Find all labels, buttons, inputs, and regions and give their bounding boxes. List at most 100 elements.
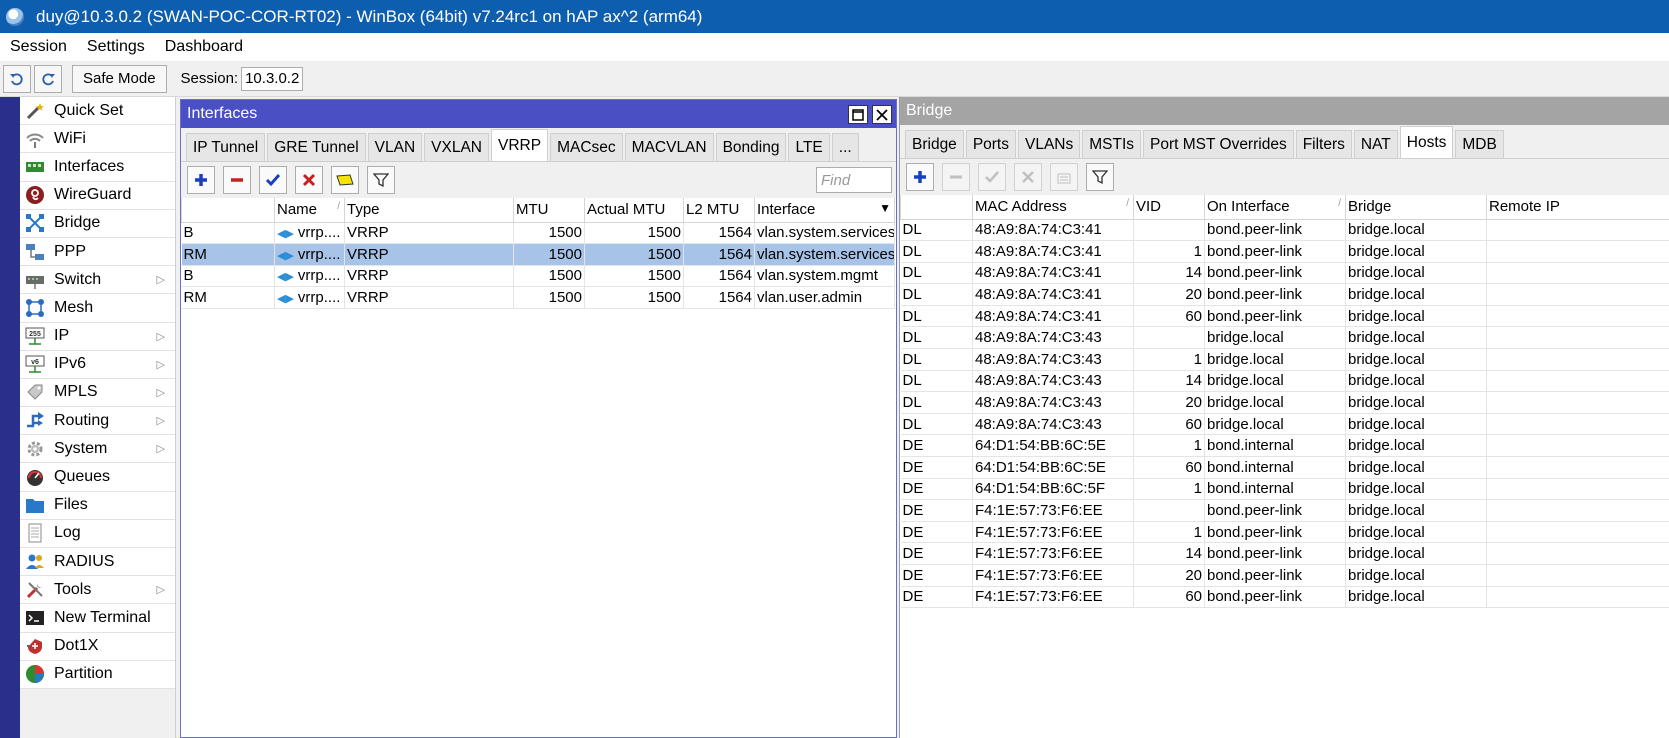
column-header-name[interactable]: Name / — [274, 198, 345, 223]
close-button[interactable] — [872, 105, 892, 124]
menu-dashboard[interactable]: Dashboard — [155, 38, 253, 56]
sidebar-item-radius[interactable]: RADIUS — [20, 548, 175, 577]
column-header-on-interface[interactable]: On Interface / — [1204, 195, 1346, 220]
sidebar-item-routing[interactable]: Routing ▷ — [20, 407, 175, 436]
table-row[interactable]: DE 64:D1:54:BB:6C:5F 1 bond.internal bridge.… — [900, 478, 1669, 501]
table-row[interactable]: DL 48:A9:8A:74:C3:43 bridge.local bridge.lo… — [900, 326, 1669, 350]
add-button[interactable] — [906, 163, 934, 191]
column-header-mac-address[interactable]: MAC Address / — [972, 195, 1134, 220]
tab-macsec[interactable]: MACsec — [550, 133, 623, 161]
sidebar-item-wifi[interactable]: WiFi — [20, 125, 175, 154]
sidebar-item-switch[interactable]: Switch ▷ — [20, 266, 175, 295]
tab-mstis[interactable]: MSTIs — [1082, 130, 1142, 158]
table-row[interactable]: RM ◀▶ vrrp.... VRRP 1500 1500 1564 vlan.user.ad… — [181, 286, 895, 309]
column-header-vid[interactable]: VID — [1133, 195, 1205, 220]
column-header-flags[interactable] — [900, 195, 973, 220]
column-header-bridge[interactable]: Bridge — [1345, 195, 1487, 220]
tab-more[interactable]: ... — [831, 133, 859, 161]
table-row[interactable]: DE F4:1E:57:73:F6:EE 60 bond.peer-link bridg… — [900, 586, 1669, 609]
bridge-window-titlebar[interactable]: Bridge — [900, 97, 1669, 125]
sidebar-item-quick-set[interactable]: Quick Set — [20, 97, 175, 126]
tab-nat[interactable]: NAT — [1353, 130, 1398, 158]
sidebar-item-dot1x[interactable]: Dot1X — [20, 632, 175, 661]
safe-mode-button[interactable]: Safe Mode — [72, 64, 167, 93]
remove-button[interactable] — [942, 163, 970, 191]
menu-settings[interactable]: Settings — [77, 38, 155, 56]
column-header-l2-mtu[interactable]: L2 MTU — [683, 198, 755, 223]
filter-button[interactable] — [1086, 163, 1114, 191]
table-row[interactable]: DL 48:A9:8A:74:C3:41 20 bond.peer-link bridg… — [900, 283, 1669, 306]
table-row[interactable]: DL 48:A9:8A:74:C3:41 60 bond.peer-link bridg… — [900, 305, 1669, 328]
table-row[interactable]: DL 48:A9:8A:74:C3:43 14 bridge.local bridge.… — [900, 370, 1669, 393]
filter-button[interactable] — [367, 166, 395, 194]
enable-button[interactable] — [259, 166, 287, 194]
tab-lte[interactable]: LTE — [788, 133, 830, 161]
tab-vlan[interactable]: VLAN — [367, 133, 423, 161]
tab-hosts[interactable]: Hosts — [1399, 126, 1454, 158]
column-header-flags[interactable] — [181, 198, 275, 223]
table-row[interactable]: DE F4:1E:57:73:F6:EE 20 bond.peer-link bridg… — [900, 564, 1669, 587]
sidebar-item-ipv6[interactable]: v6 IPv6 ▷ — [20, 350, 175, 379]
column-header-type[interactable]: Type — [344, 198, 514, 223]
sidebar-item-log[interactable]: Log — [20, 519, 175, 548]
table-row[interactable]: DL 48:A9:8A:74:C3:43 1 bridge.local bridge.l… — [900, 348, 1669, 371]
table-row[interactable]: DE F4:1E:57:73:F6:EE 14 bond.peer-link bridg… — [900, 542, 1669, 565]
table-row[interactable]: DE F4:1E:57:73:F6:EE 1 bond.peer-link bridge… — [900, 521, 1669, 544]
tab-gre-tunnel[interactable]: GRE Tunnel — [267, 133, 366, 161]
sidebar-item-queues[interactable]: Queues — [20, 463, 175, 492]
tab-ip-tunnel[interactable]: IP Tunnel — [186, 133, 266, 161]
table-row[interactable]: DL 48:A9:8A:74:C3:41 14 bond.peer-link bridg… — [900, 262, 1669, 285]
column-header-actual-mtu[interactable]: Actual MTU — [584, 198, 684, 223]
column-header-interface[interactable]: Interface ▼ — [754, 198, 895, 223]
sidebar-item-wireguard[interactable]: WireGuard — [20, 181, 175, 210]
comment-button[interactable] — [331, 166, 359, 194]
dropdown-arrow-icon[interactable]: ▼ — [879, 201, 891, 215]
sidebar-item-bridge[interactable]: Bridge — [20, 209, 175, 238]
tab-bonding[interactable]: Bonding — [715, 133, 787, 161]
tab-bridge[interactable]: Bridge — [905, 130, 964, 158]
copy-button[interactable] — [1050, 163, 1078, 191]
column-header-remote-ip[interactable]: Remote IP — [1486, 195, 1669, 220]
sidebar-item-partition[interactable]: Partition — [20, 660, 175, 689]
table-row[interactable]: DL 48:A9:8A:74:C3:41 bond.peer-link bridge.… — [900, 219, 1669, 242]
table-row[interactable]: DL 48:A9:8A:74:C3:43 60 bridge.local bridge.… — [900, 413, 1669, 436]
tab-mdb[interactable]: MDB — [1455, 130, 1504, 158]
column-header-mtu[interactable]: MTU — [513, 198, 585, 223]
sidebar-item-ppp[interactable]: PPP — [20, 237, 175, 267]
table-row[interactable]: DE 64:D1:54:BB:6C:5E 60 bond.internal bridge… — [900, 456, 1669, 479]
enable-button[interactable] — [978, 163, 1006, 191]
sidebar-item-new-terminal[interactable]: New Terminal — [20, 604, 175, 633]
tab-vlans[interactable]: VLANs — [1018, 130, 1081, 158]
table-row[interactable]: DL 48:A9:8A:74:C3:43 20 bridge.local bridge.… — [900, 391, 1669, 414]
remove-button[interactable] — [223, 166, 251, 194]
tab-ports[interactable]: Ports — [965, 130, 1016, 158]
menu-session[interactable]: Session — [0, 38, 77, 56]
sidebar-item-system[interactable]: System ▷ — [20, 435, 175, 464]
disable-button[interactable] — [1014, 163, 1042, 191]
sidebar-item-files[interactable]: Files — [20, 491, 175, 520]
disable-button[interactable] — [295, 166, 323, 194]
tab-port-mst-overrides[interactable]: Port MST Overrides — [1143, 130, 1294, 158]
sidebar-item-mpls[interactable]: MPLS ▷ — [20, 378, 175, 408]
session-field[interactable]: 10.3.0.2 — [241, 66, 304, 91]
maximize-button[interactable] — [848, 105, 868, 124]
add-button[interactable] — [187, 166, 215, 194]
tab-vxlan[interactable]: VXLAN — [424, 133, 489, 161]
find-input[interactable]: Find — [816, 167, 892, 193]
table-row[interactable]: RM ◀▶ vrrp.... VRRP 1500 1500 1564 vlan.system.… — [181, 243, 895, 266]
table-row[interactable]: B ◀▶ vrrp.... VRRP 1500 1500 1564 vlan.system.s… — [181, 222, 895, 245]
table-row[interactable]: DE F4:1E:57:73:F6:EE bond.peer-link bridge.… — [900, 499, 1669, 522]
tab-filters[interactable]: Filters — [1295, 130, 1352, 158]
sidebar-item-ip[interactable]: 255 IP ▷ — [20, 322, 175, 351]
tab-macvlan[interactable]: MACVLAN — [624, 133, 714, 161]
sidebar-item-tools[interactable]: Tools ▷ — [20, 576, 175, 605]
tab-vrrp[interactable]: VRRP — [491, 129, 549, 161]
undo-button[interactable] — [3, 64, 31, 93]
sidebar-item-mesh[interactable]: Mesh — [20, 294, 175, 323]
sidebar-item-interfaces[interactable]: Interfaces — [20, 153, 175, 182]
table-row[interactable]: DL 48:A9:8A:74:C3:41 1 bond.peer-link bridge… — [900, 240, 1669, 263]
table-row[interactable]: B ◀▶ vrrp.... VRRP 1500 1500 1564 vlan.system.m… — [181, 265, 895, 288]
interfaces-window-titlebar[interactable]: Interfaces — [181, 100, 896, 128]
redo-button[interactable] — [34, 64, 62, 93]
table-row[interactable]: DE 64:D1:54:BB:6C:5E 1 bond.internal bridge.… — [900, 434, 1669, 458]
